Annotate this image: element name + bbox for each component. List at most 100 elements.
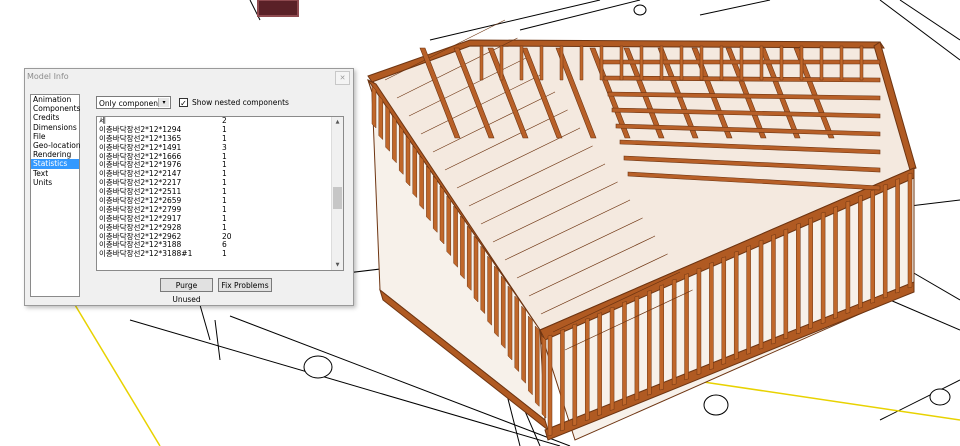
component-count: 3 — [222, 142, 227, 152]
category-item-file[interactable]: File — [31, 132, 79, 141]
wall-stud — [684, 273, 689, 381]
wall-stud — [839, 45, 844, 81]
component-count: 1 — [222, 178, 227, 188]
wall-stud — [479, 45, 484, 81]
wall-stud — [799, 45, 804, 81]
timber-frame-model — [367, 19, 917, 441]
show-nested-label[interactable]: Show nested components — [192, 98, 289, 107]
category-item-dimensions[interactable]: Dimensions — [31, 123, 79, 132]
wall-stud — [882, 183, 888, 299]
wall-stud — [487, 255, 492, 326]
wall-stud — [845, 200, 851, 314]
wall-stud — [858, 195, 863, 309]
wall-stud — [895, 178, 900, 294]
wall-stud — [659, 45, 664, 81]
wall-stud — [507, 285, 513, 361]
category-item-geo-location[interactable]: Geo-location — [31, 141, 81, 150]
wall-stud — [634, 295, 640, 401]
wall-stud — [584, 317, 590, 422]
component-count: 1 — [222, 187, 227, 197]
component-filter-select[interactable]: Only components ▾ — [96, 96, 171, 109]
wall-stud — [699, 45, 704, 81]
wall-stud — [500, 275, 506, 350]
component-count: 20 — [222, 231, 232, 241]
scroll-up-icon[interactable]: ▲ — [332, 117, 343, 127]
wall-stud — [541, 335, 547, 419]
wall-stud — [426, 165, 431, 222]
show-nested-checkbox[interactable]: ✓ — [179, 98, 188, 108]
wall-stud — [746, 245, 751, 355]
wall-stud — [597, 312, 602, 416]
wall-stud — [796, 222, 801, 335]
wall-stud — [439, 185, 445, 245]
wall-stud — [758, 239, 764, 350]
vertical-scrollbar[interactable]: ▲ ▼ — [331, 117, 343, 270]
wall-stud — [453, 205, 458, 268]
scroll-down-icon[interactable]: ▼ — [332, 260, 343, 270]
wall-stud — [859, 45, 864, 81]
close-icon: ✕ — [339, 74, 346, 82]
wall-stud — [534, 325, 540, 408]
category-item-credits[interactable]: Credits — [31, 113, 79, 122]
category-item-units[interactable]: Units — [31, 178, 79, 187]
wall-stud — [647, 289, 652, 396]
wall-stud — [392, 115, 397, 164]
category-item-animation[interactable]: Animation — [31, 95, 79, 104]
component-count: 1 — [222, 169, 227, 179]
wall-stud — [466, 225, 472, 292]
wall-stud — [870, 189, 876, 304]
wall-stud — [432, 175, 438, 234]
category-item-rendering[interactable]: Rendering — [31, 150, 79, 159]
wall-stud — [808, 217, 813, 330]
wall-stud — [419, 155, 424, 210]
category-list[interactable]: Animation Components Credits Dimensions … — [30, 94, 81, 297]
wall-stud — [819, 45, 824, 81]
purge-unused-button[interactable]: Purge Unused — [160, 278, 213, 304]
wall-stud — [528, 315, 533, 396]
scrollbar-thumb[interactable] — [333, 187, 342, 209]
wall-stud — [733, 250, 739, 360]
wall-stud — [499, 45, 504, 81]
wall-stud — [547, 334, 553, 437]
statistics-list[interactable]: 세 2 이층바닥장선2*12*1294 1 이층바닥장선2*12*1365 1 이층바닥장선… — [96, 116, 344, 271]
wall-stud — [579, 45, 584, 81]
wall-stud — [696, 267, 702, 376]
chevron-down-icon[interactable]: ▾ — [158, 98, 169, 107]
wall-stud — [371, 85, 377, 129]
wall-stud — [671, 278, 677, 386]
dialog-titlebar[interactable]: Model Info ✕ — [25, 69, 353, 86]
offscreen-component-chip — [257, 0, 299, 17]
wall-stud — [759, 45, 764, 81]
component-filter-value: Only components — [99, 99, 165, 108]
wall-stud — [539, 45, 544, 81]
wall-stud — [572, 323, 578, 427]
wall-stud — [622, 301, 627, 406]
wall-stud — [907, 172, 913, 289]
category-item-text[interactable]: Text — [31, 169, 79, 178]
wall-stud — [719, 45, 724, 81]
wall-stud — [679, 45, 684, 81]
wall-stud — [709, 262, 714, 370]
component-count: 1 — [222, 133, 227, 143]
wall-stud — [721, 256, 727, 365]
fix-problems-button[interactable]: Fix Problems — [218, 278, 272, 292]
model-info-dialog[interactable]: Model Info ✕ Animation Components Credit… — [24, 68, 354, 306]
wall-stud — [494, 265, 499, 338]
table-row[interactable]: 이층바닥장선2*12*3188#1 1 — [97, 249, 343, 259]
wall-stud — [619, 45, 624, 81]
wall-stud — [473, 235, 479, 303]
category-item-statistics[interactable]: Statistics — [31, 159, 79, 169]
wall-stud — [460, 215, 465, 280]
close-button[interactable]: ✕ — [335, 71, 350, 85]
component-count: 1 — [222, 196, 227, 206]
statistics-panel: Only components ▾ ✓ Show nested componen… — [84, 93, 348, 304]
wall-stud — [783, 228, 789, 340]
wall-stud — [609, 306, 615, 411]
wall-stud — [559, 45, 564, 81]
wall-stud — [514, 295, 520, 373]
wall-stud — [519, 45, 524, 81]
wall-stud — [412, 145, 418, 199]
wall-stud — [639, 45, 644, 81]
category-item-components[interactable]: Components — [31, 104, 80, 113]
wall-stud — [405, 135, 411, 187]
